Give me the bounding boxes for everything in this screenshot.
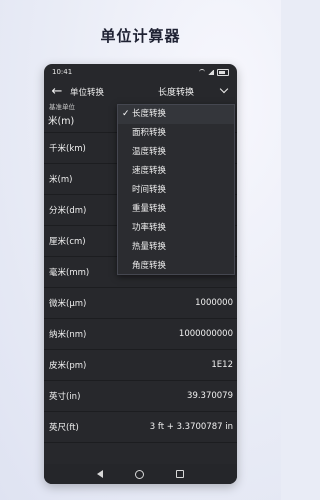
menu-item-speed[interactable]: 速度转换 [118,162,234,181]
menu-item-weight[interactable]: 重量转换 [118,200,234,219]
menu-item-angle[interactable]: 角度转换 [118,257,234,276]
phone-screen: 10:41 ← 单位转换 长度转换 基准单位 米(m) 千米(km) 米(m) … [44,64,237,484]
menu-item-label: 长度转换 [132,109,167,119]
unit-name: 皮米(pm) [49,361,87,371]
category-selector-label: 长度转换 [157,87,194,98]
unit-name: 分米(dm) [49,206,87,216]
battery-icon [217,68,229,76]
menu-item-temperature[interactable]: 温度转换 [118,143,234,162]
unit-row[interactable]: 微米(μm) 1000000 [44,288,237,319]
check-icon: ✓ [122,109,130,119]
wifi-icon [199,69,205,75]
menu-item-power[interactable]: 功率转换 [118,219,234,238]
nav-recent-icon[interactable] [176,470,184,478]
unit-value: 3 ft + 3.3700787 in [149,422,233,432]
unit-name: 千米(km) [49,144,86,154]
system-nav-bar [44,464,237,484]
unit-value: 1000000000 [178,329,233,339]
menu-item-length[interactable]: ✓ 长度转换 [118,105,234,124]
status-time: 10:41 [52,68,73,76]
chevron-down-icon [219,84,229,94]
unit-name: 米(m) [49,175,73,185]
menu-item-label: 时间转换 [132,185,167,195]
category-selector[interactable]: 长度转换 [117,81,235,101]
unit-name: 毫米(mm) [49,268,90,278]
menu-item-label: 热量转换 [132,242,167,252]
menu-item-label: 温度转换 [132,147,167,157]
unit-row[interactable]: 纳米(nm) 1000000000 [44,319,237,350]
nav-back-icon[interactable] [97,470,103,478]
nav-home-icon[interactable] [135,469,144,479]
app-bar: ← 单位转换 长度转换 [44,80,237,103]
menu-item-label: 面积转换 [132,128,167,138]
unit-value: 39.370079 [187,391,233,401]
status-icons [199,68,229,76]
unit-value: 1000000 [195,298,233,308]
unit-row[interactable]: 英尺(ft) 3 ft + 3.3700787 in [44,412,237,443]
menu-item-label: 功率转换 [132,223,167,233]
menu-item-label: 重量转换 [132,204,167,214]
category-dropdown-menu: ✓ 长度转换 面积转换 温度转换 速度转换 时间转换 重量转换 功率转换 热量转… [117,104,235,275]
unit-row[interactable]: 英寸(in) 39.370079 [44,381,237,412]
menu-item-label: 速度转换 [132,166,167,176]
unit-name: 纳米(nm) [49,330,87,340]
unit-name: 微米(μm) [49,299,87,309]
unit-name: 英寸(in) [49,392,81,402]
menu-item-time[interactable]: 时间转换 [118,181,234,200]
menu-item-label: 角度转换 [132,261,167,271]
menu-item-area[interactable]: 面积转换 [118,124,234,143]
unit-row[interactable]: 皮米(pm) 1E12 [44,350,237,381]
unit-name: 厘米(cm) [49,237,86,247]
unit-name: 英尺(ft) [49,423,79,433]
menu-item-heat[interactable]: 热量转换 [118,238,234,257]
signal-icon [208,69,214,75]
back-arrow-icon[interactable]: ← [46,80,68,103]
app-title: 单位转换 [70,87,105,98]
unit-value: 1E12 [211,360,233,370]
promo-title: 单位计算器 [100,27,181,45]
status-bar: 10:41 [44,64,237,80]
